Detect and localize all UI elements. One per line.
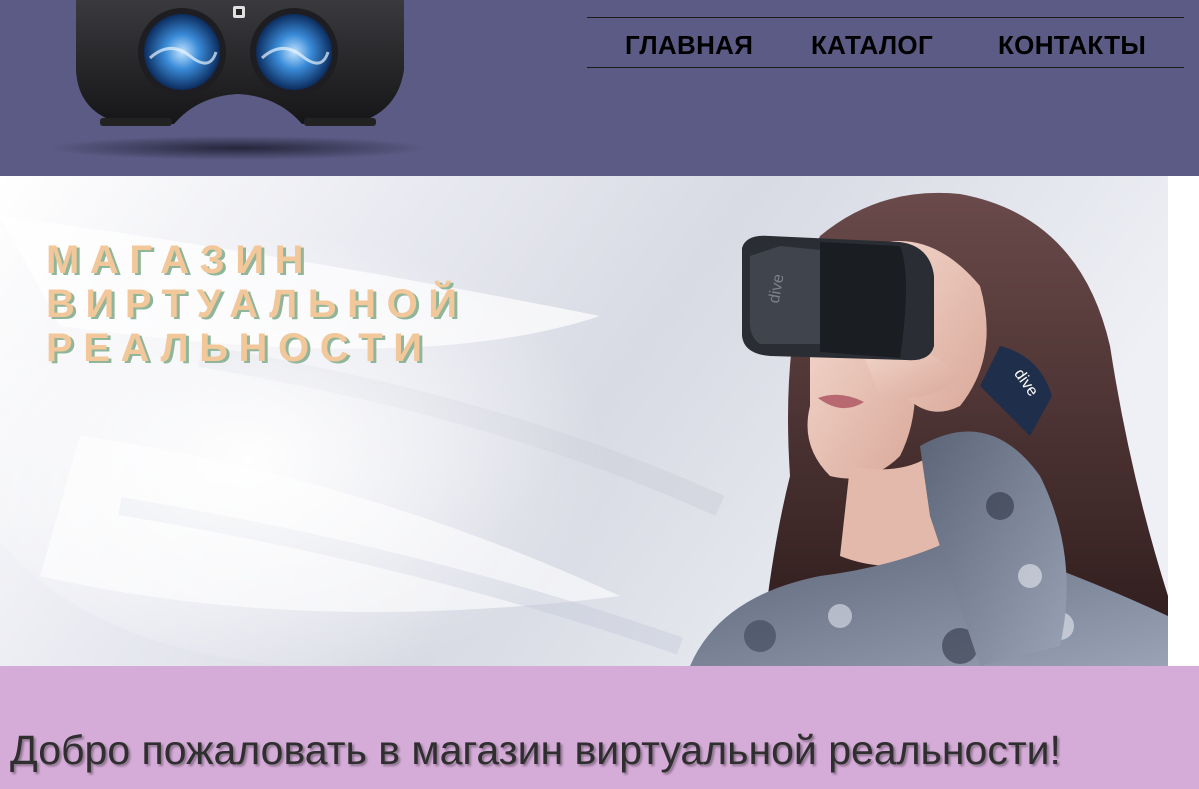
hero-title-line: МАГАЗИН <box>46 238 315 282</box>
vr-headset-logo[interactable] <box>40 0 440 176</box>
hero-title: МАГАЗИН ВИРТУАЛЬНОЙ РЕАЛЬНОСТИ <box>46 238 468 370</box>
hero-title-line: РЕАЛЬНОСТИ <box>46 326 433 370</box>
nav-catalog[interactable]: КАТАЛОГ <box>811 30 933 60</box>
site-header: ГЛАВНАЯ КАТАЛОГ КОНТАКТЫ <box>0 0 1199 176</box>
main-nav: ГЛАВНАЯ КАТАЛОГ КОНТАКТЫ <box>587 17 1184 68</box>
vr-headset-icon <box>48 0 428 160</box>
nav-contacts[interactable]: КОНТАКТЫ <box>998 30 1146 60</box>
welcome-heading: Добро пожаловать в магазин виртуальной р… <box>10 727 1061 773</box>
welcome-section: Добро пожаловать в магазин виртуальной р… <box>0 666 1199 789</box>
hero-title-line: ВИРТУАЛЬНОЙ <box>46 282 468 326</box>
hero-banner: dive dive МАГАЗИН ВИРТУАЛЬНОЙ РЕАЛЬНОСТИ <box>0 176 1199 666</box>
nav-home[interactable]: ГЛАВНАЯ <box>625 30 753 60</box>
